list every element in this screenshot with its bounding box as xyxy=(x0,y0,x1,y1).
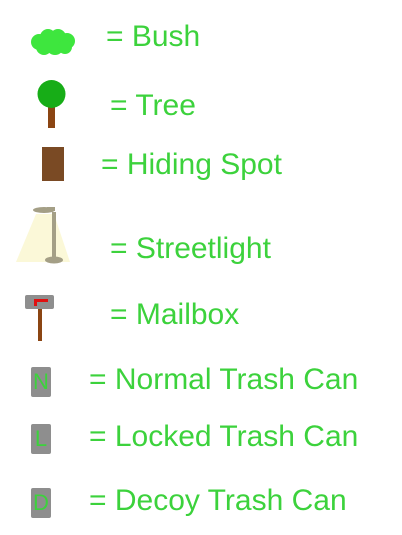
legend-label-normal-trash-can: = Normal Trash Can xyxy=(89,363,359,396)
mailbox-icon xyxy=(25,295,54,341)
legend-label-mailbox: = Mailbox xyxy=(110,298,240,331)
streetlight-icon xyxy=(16,207,70,264)
normal-trash-can-icon: N xyxy=(31,367,51,397)
decoy-trash-can-icon: D xyxy=(31,488,51,518)
legend-label-streetlight: = Streetlight xyxy=(110,232,271,265)
locked-trash-can-icon: L xyxy=(31,424,51,454)
legend-label-bush: = Bush xyxy=(106,20,201,53)
legend-label-tree: = Tree xyxy=(110,89,196,122)
legend-label-decoy-trash-can: = Decoy Trash Can xyxy=(89,484,347,517)
legend-label-hiding-spot: = Hiding Spot xyxy=(101,148,282,181)
tree-icon xyxy=(37,80,66,128)
hiding-spot-icon xyxy=(42,147,64,181)
bush-icon xyxy=(31,29,75,55)
legend-label-locked-trash-can: = Locked Trash Can xyxy=(89,420,359,453)
